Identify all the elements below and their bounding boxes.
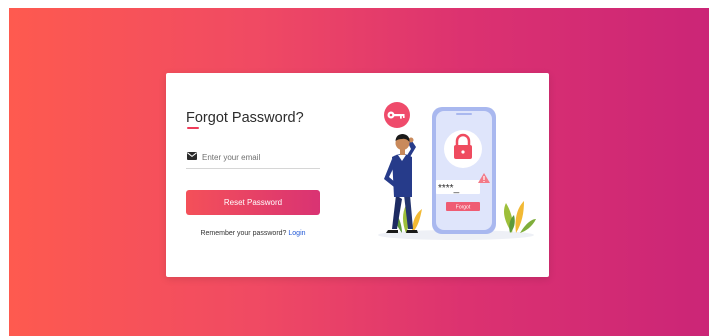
login-link[interactable]: Login bbox=[288, 230, 305, 237]
remember-login-row: Remember your password? Login bbox=[186, 230, 320, 237]
reset-password-button[interactable]: Reset Password bbox=[186, 190, 320, 215]
pin-mask-text: ****_ bbox=[438, 183, 460, 194]
page-title: Forgot Password? bbox=[186, 110, 304, 126]
envelope-icon bbox=[187, 152, 197, 160]
phone-screen bbox=[436, 111, 492, 230]
page-margin-top bbox=[0, 0, 709, 8]
person-figure bbox=[384, 134, 418, 233]
phone-speaker bbox=[456, 113, 472, 115]
email-input[interactable] bbox=[202, 149, 318, 165]
email-field-row bbox=[186, 149, 320, 169]
forgot-password-card: Forgot Password? Reset Password Remember… bbox=[166, 73, 549, 277]
remember-text: Remember your password? bbox=[200, 230, 289, 237]
forgot-password-illustration: ****_ Forgot bbox=[378, 102, 536, 240]
title-accent-underline bbox=[187, 127, 199, 129]
plant-leaves-icon bbox=[504, 201, 536, 233]
phone-forgot-label: Forgot bbox=[456, 205, 471, 211]
page-margin-left bbox=[0, 0, 9, 336]
